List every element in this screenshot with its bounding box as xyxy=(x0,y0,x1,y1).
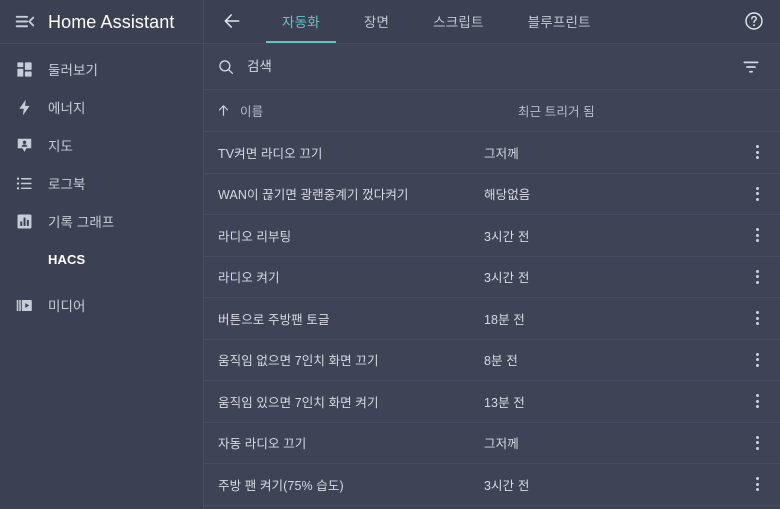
table-row[interactable]: 주방 팬 켜기(75% 습도) 3시간 전 xyxy=(204,464,780,506)
dots-vertical-icon[interactable] xyxy=(734,266,780,288)
sidebar-item-media[interactable]: 미디어 xyxy=(0,286,203,324)
search-icon xyxy=(217,58,243,76)
table-row[interactable]: 라디오 리부팅 3시간 전 xyxy=(204,215,780,257)
bar-chart-icon xyxy=(0,202,48,240)
table-row[interactable]: TV켜면 라디오 끄기 그저께 xyxy=(204,132,780,174)
dots-vertical-icon[interactable] xyxy=(734,141,780,163)
list-icon xyxy=(0,164,48,202)
map-marker-person-icon xyxy=(0,126,48,164)
sidebar-item-label: 지도 xyxy=(48,139,74,154)
search-bar xyxy=(204,44,780,90)
sidebar-item-label: 둘러보기 xyxy=(48,63,99,78)
table-row[interactable]: 라디오 켜기 3시간 전 xyxy=(204,257,780,298)
tab-blueprint[interactable]: 블루프린트 xyxy=(506,0,613,43)
row-name: TV켜면 라디오 끄기 xyxy=(218,146,323,161)
lightning-bolt-icon xyxy=(0,88,48,126)
automation-list: TV켜면 라디오 끄기 그저께 WAN이 끊기면 광랜중계기 껐다켜기 해당없음… xyxy=(204,132,780,509)
filter-funnel-icon[interactable] xyxy=(736,50,766,84)
hacs-no-icon xyxy=(0,240,48,278)
main-content: 자동화 장면 스크립트 블루프린트 검색 이름 최근 트리거 됨 TV켜면 라디… xyxy=(204,0,780,509)
dots-vertical-icon[interactable] xyxy=(734,224,780,246)
tab-scene[interactable]: 장면 xyxy=(342,0,411,43)
dashboard-grid-icon xyxy=(0,50,48,88)
tab-script[interactable]: 스크립트 xyxy=(411,0,505,43)
dots-vertical-icon[interactable] xyxy=(734,307,780,329)
row-name: 버튼으로 주방팬 토글 xyxy=(218,312,330,327)
brand-title: Home Assistant xyxy=(48,11,175,32)
arrow-up-icon xyxy=(216,103,231,118)
table-row[interactable]: WAN이 끊기면 광랜중계기 껐다켜기 해당없음 xyxy=(204,174,780,215)
row-name: 자동 라디오 끄기 xyxy=(218,437,307,452)
sidebar-item-energy[interactable]: 에너지 xyxy=(0,88,203,126)
row-last-triggered: 3시간 전 xyxy=(484,271,530,286)
sidebar-item-label: 로그북 xyxy=(48,177,86,192)
row-name: WAN이 끊기면 광랜중계기 껐다켜기 xyxy=(218,188,409,203)
sidebar-item-history[interactable]: 기록 그래프 xyxy=(0,202,203,240)
row-last-triggered: 그저께 xyxy=(484,146,519,161)
table-row[interactable]: 자동 라디오 끄기 그저께 xyxy=(204,423,780,464)
row-last-triggered: 8분 전 xyxy=(484,354,518,369)
row-last-triggered: 18분 전 xyxy=(484,312,525,327)
row-name: 주방 팬 켜기(75% 습도) xyxy=(218,478,344,493)
table-row[interactable]: 버튼으로 주방팬 토글 18분 전 xyxy=(204,298,780,340)
sidebar: Home Assistant 둘러보기 에너지 지도 로그북 기록 그래프 HA… xyxy=(0,0,204,509)
top-toolbar: 자동화 장면 스크립트 블루프린트 xyxy=(204,0,780,44)
column-header-name-label: 이름 xyxy=(240,105,264,119)
sidebar-item-map[interactable]: 지도 xyxy=(0,126,203,164)
row-name: 움직임 있으면 7인치 화면 켜기 xyxy=(218,395,379,410)
column-header-last-triggered-label: 최근 트리거 됨 xyxy=(518,105,595,119)
sidebar-item-label: 에너지 xyxy=(48,101,86,116)
column-header-last-triggered[interactable]: 최근 트리거 됨 xyxy=(518,101,780,120)
row-last-triggered: 3시간 전 xyxy=(484,229,530,244)
dots-vertical-icon[interactable] xyxy=(734,473,780,495)
column-header-name[interactable]: 이름 xyxy=(204,101,518,120)
sidebar-item-label: HACS xyxy=(48,251,86,267)
tab-automation[interactable]: 자동화 xyxy=(260,0,342,43)
sidebar-nav: 둘러보기 에너지 지도 로그북 기록 그래프 HACS 미디어 xyxy=(0,44,203,324)
menu-close-icon[interactable] xyxy=(0,0,48,44)
back-button[interactable] xyxy=(204,0,260,43)
sidebar-item-label: 미디어 xyxy=(48,299,86,314)
row-last-triggered: 해당없음 xyxy=(484,188,531,203)
dots-vertical-icon[interactable] xyxy=(734,390,780,412)
sidebar-item-logbook[interactable]: 로그북 xyxy=(0,164,203,202)
row-name: 라디오 리부팅 xyxy=(218,229,292,244)
table-row[interactable]: 움직임 있으면 7인치 화면 켜기 13분 전 xyxy=(204,381,780,423)
table-row[interactable]: 움직임 없으면 7인치 화면 끄기 8분 전 xyxy=(204,340,780,381)
row-last-triggered: 13분 전 xyxy=(484,395,525,410)
tab-bar: 자동화 장면 스크립트 블루프린트 xyxy=(260,0,728,43)
app-root: Home Assistant 둘러보기 에너지 지도 로그북 기록 그래프 HA… xyxy=(0,0,780,509)
row-last-triggered: 그저께 xyxy=(484,437,519,452)
row-name: 움직임 없으면 7인치 화면 끄기 xyxy=(218,354,379,369)
search-input[interactable] xyxy=(243,51,736,82)
help-button[interactable] xyxy=(728,0,780,43)
row-name: 라디오 켜기 xyxy=(218,271,280,286)
dots-vertical-icon[interactable] xyxy=(734,432,780,454)
table-header-row: 이름 최근 트리거 됨 xyxy=(204,90,780,132)
row-last-triggered: 3시간 전 xyxy=(484,478,530,493)
media-play-icon xyxy=(0,286,48,324)
sidebar-item-label: 기록 그래프 xyxy=(48,215,115,230)
sidebar-item-overview[interactable]: 둘러보기 xyxy=(0,50,203,88)
dots-vertical-icon[interactable] xyxy=(734,183,780,205)
dots-vertical-icon[interactable] xyxy=(734,349,780,371)
sidebar-item-hacs[interactable]: HACS xyxy=(0,240,203,278)
sidebar-header: Home Assistant xyxy=(0,0,203,44)
